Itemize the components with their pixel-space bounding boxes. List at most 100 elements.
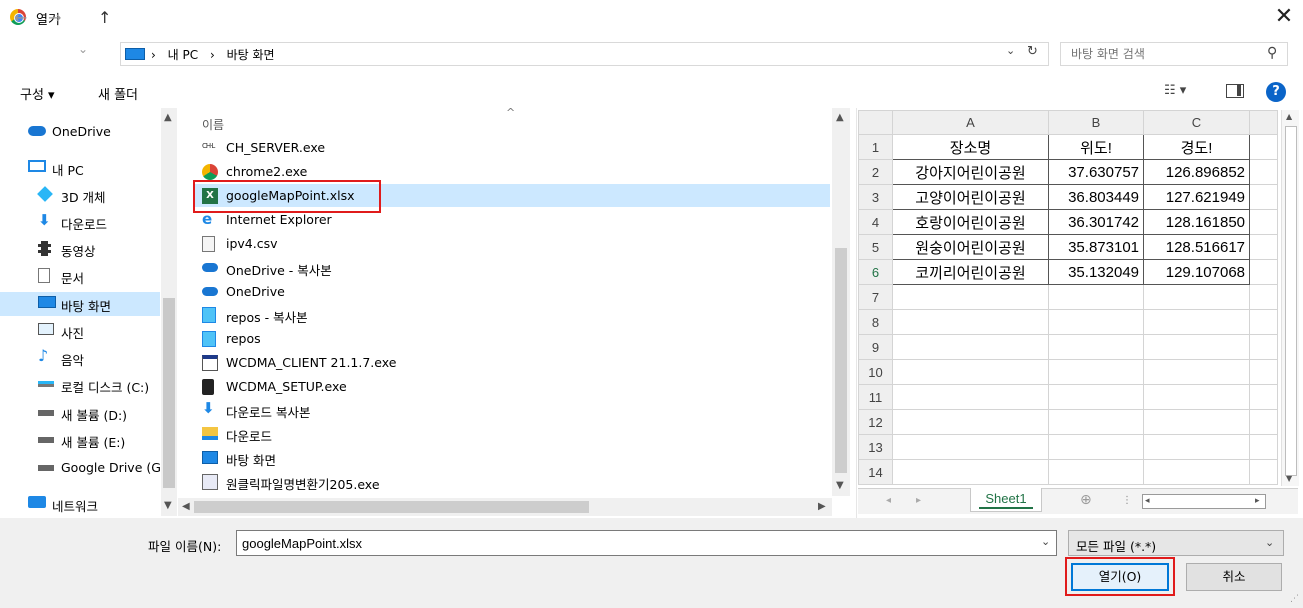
sidebar-item-documents[interactable]: 문서	[0, 264, 160, 288]
filename-combobox[interactable]: ⌄	[236, 530, 1057, 556]
new-folder-button[interactable]: 새 폴더	[98, 84, 138, 103]
next-sheet-icon[interactable]: ▸	[916, 495, 921, 506]
scroll-up-arrow-icon[interactable]: ▲	[164, 112, 172, 123]
row-number: 6	[858, 259, 893, 285]
file-name: ipv4.csv	[226, 236, 278, 251]
scroll-right-arrow-icon[interactable]: ▸	[1255, 496, 1260, 506]
preview-pane-icon[interactable]	[1226, 84, 1244, 98]
file-row[interactable]: WCDMA_CLIENT 21.1.7.exe	[194, 351, 830, 374]
column-header: C	[1143, 110, 1250, 135]
file-name: repos - 복사본	[226, 310, 308, 325]
recent-locations-button[interactable]: ⌄	[78, 42, 88, 56]
view-options-button[interactable]: ☷ ▾	[1164, 83, 1186, 98]
file-row[interactable]: 원클릭파일명변환기205.exe	[194, 470, 830, 493]
table-row: 12	[858, 409, 1278, 435]
sidebar-item-my-pc[interactable]: 내 PC	[0, 156, 160, 180]
column-header-name[interactable]: 이름	[202, 116, 224, 133]
chevron-down-icon[interactable]: ⌄	[1265, 536, 1274, 549]
cell: 장소명	[892, 134, 1049, 160]
prev-sheet-icon[interactable]: ◂	[886, 495, 891, 506]
sidebar-item-downloads[interactable]: ⬇ 다운로드	[0, 210, 160, 234]
file-row[interactable]: repos	[194, 327, 830, 350]
sheet-tab-sheet1[interactable]: Sheet1	[970, 488, 1042, 512]
scroll-down-arrow-icon[interactable]: ▼	[836, 480, 844, 491]
sidebar-item-onedrive[interactable]: OneDrive	[0, 120, 160, 144]
filename-input[interactable]	[237, 531, 1027, 555]
back-button[interactable]: ←	[14, 8, 27, 27]
cell: 강아지어린이공원	[892, 159, 1049, 185]
table-row: 3 고양이어린이공원 36.803449 127.621949	[858, 184, 1278, 210]
sidebar-item-3d-objects[interactable]: 3D 개체	[0, 183, 160, 207]
up-button[interactable]: ↑	[98, 8, 111, 27]
close-button[interactable]: ✕	[1268, 2, 1300, 32]
file-row[interactable]: 다운로드	[194, 422, 830, 445]
file-type-select[interactable]: 모든 파일 (*.*) ⌄	[1068, 530, 1284, 556]
sheet-scroll-thumb[interactable]	[1285, 126, 1297, 476]
search-icon[interactable]: ⚲	[1267, 45, 1277, 61]
sidebar-item-label: Google Drive (G	[61, 460, 160, 475]
chevron-down-icon[interactable]: ⌄	[1006, 44, 1015, 57]
cube-icon	[37, 186, 53, 202]
cell: 37.630757	[1048, 159, 1144, 185]
sidebar-item-volume-e[interactable]: 새 볼륨 (E:)	[0, 428, 160, 452]
sheet-vertical-scrollbar[interactable]: ▲ ▼	[1281, 110, 1299, 486]
sheet-horizontal-scrollbar[interactable]: ◂ ▸	[1142, 494, 1266, 509]
organize-button[interactable]: 구성 ▾	[20, 84, 55, 103]
file-name: CH_SERVER.exe	[226, 140, 326, 155]
file-row[interactable]: OneDrive	[194, 280, 830, 303]
sidebar-item-volume-d[interactable]: 새 볼륨 (D:)	[0, 401, 160, 425]
app-icon	[202, 474, 218, 490]
drive-icon	[38, 465, 54, 471]
file-row[interactable]: WCDMA_SETUP.exe	[194, 375, 830, 398]
chevron-down-icon[interactable]: ⌄	[1041, 535, 1050, 548]
row-number: 7	[858, 284, 893, 310]
sidebar-item-google-drive[interactable]: Google Drive (G	[0, 456, 160, 480]
sidebar-scrollbar[interactable]: ▲ ▼	[161, 108, 177, 516]
scroll-left-arrow-icon[interactable]: ◀	[182, 501, 190, 512]
file-list-horizontal-scrollbar[interactable]: ◀ ▶	[178, 498, 832, 516]
file-list-hscroll-thumb[interactable]	[194, 501, 589, 513]
title-bar	[0, 0, 1303, 36]
sidebar-item-videos[interactable]: 동영상	[0, 237, 160, 261]
file-row[interactable]: OneDrive - 복사본	[194, 256, 830, 279]
onedrive-icon	[202, 263, 218, 272]
breadcrumb-desktop[interactable]: 바탕 화면	[227, 48, 275, 62]
cancel-button[interactable]: 취소	[1186, 563, 1282, 591]
scroll-up-arrow-icon[interactable]: ▲	[1286, 112, 1292, 121]
file-row[interactable]: ⬇ 다운로드 복사본	[194, 398, 830, 421]
sidebar-item-local-disk-c[interactable]: 로컬 디스크 (C:)	[0, 373, 160, 397]
folder-icon	[202, 427, 218, 440]
file-list-scroll-thumb[interactable]	[835, 248, 847, 473]
address-bar[interactable]: › 내 PC › 바탕 화면 ⌄ ↻	[120, 42, 1049, 66]
refresh-icon[interactable]: ↻	[1027, 44, 1038, 59]
sidebar-item-pictures[interactable]: 사진	[0, 319, 160, 343]
scroll-left-arrow-icon[interactable]: ◂	[1145, 496, 1150, 506]
file-list-vertical-scrollbar[interactable]: ▲ ▼	[832, 108, 850, 496]
file-row[interactable]: 바탕 화면	[194, 446, 830, 469]
sidebar-scroll-thumb[interactable]	[163, 298, 175, 488]
help-button[interactable]: ?	[1266, 82, 1286, 102]
breadcrumb-my-pc[interactable]: 내 PC	[168, 48, 198, 62]
table-row: 13	[858, 434, 1278, 460]
forward-button[interactable]: →	[48, 8, 61, 27]
cell	[1249, 209, 1278, 235]
scroll-down-arrow-icon[interactable]: ▼	[164, 500, 172, 511]
sidebar-item-desktop[interactable]: 바탕 화면	[0, 292, 160, 316]
cell	[1249, 259, 1278, 285]
sidebar-item-music[interactable]: ♪ 음악	[0, 346, 160, 370]
resize-grip-icon[interactable]: ⋰	[1290, 594, 1299, 604]
table-row: 9	[858, 334, 1278, 360]
sidebar-item-network[interactable]: 네트워크	[0, 492, 160, 516]
sidebar-item-label: 내 PC	[52, 163, 84, 178]
add-sheet-icon[interactable]: ⊕	[1080, 492, 1092, 508]
search-input[interactable]	[1061, 43, 1261, 65]
row-number: 10	[858, 359, 893, 385]
document-icon	[38, 268, 50, 283]
search-box[interactable]: ⚲	[1060, 42, 1288, 66]
file-row[interactable]: repos - 복사본	[194, 303, 830, 326]
file-row[interactable]: ipv4.csv	[194, 232, 830, 255]
scroll-up-arrow-icon[interactable]: ▲	[836, 112, 844, 123]
scroll-down-arrow-icon[interactable]: ▼	[1286, 474, 1292, 483]
file-row[interactable]: CH·L CH_SERVER.exe	[194, 136, 830, 159]
scroll-right-arrow-icon[interactable]: ▶	[818, 501, 826, 512]
